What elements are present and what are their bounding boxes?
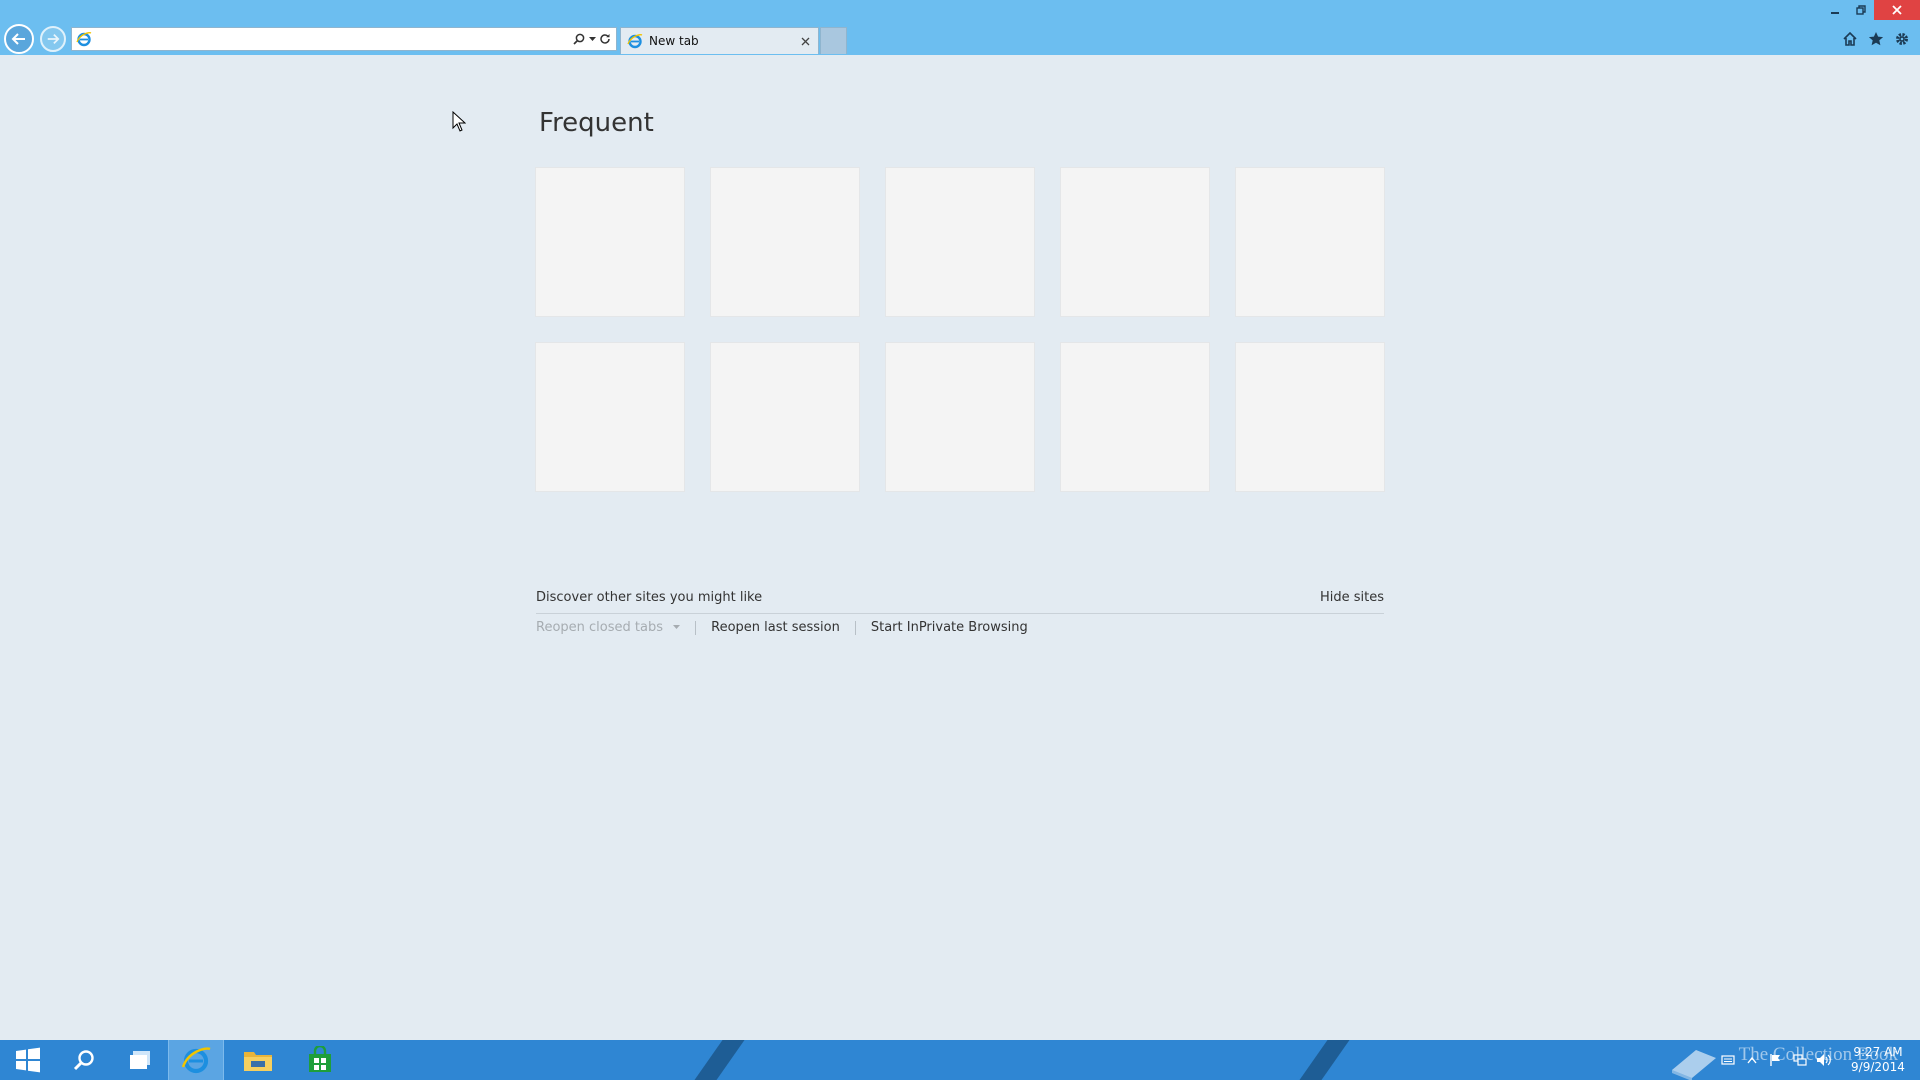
chevron-down-icon	[588, 36, 596, 41]
address-input[interactable]	[96, 29, 571, 49]
refresh-icon	[600, 34, 610, 44]
restore-icon	[1856, 5, 1866, 15]
close-tab-button[interactable]	[796, 32, 814, 50]
close-icon	[801, 37, 809, 45]
search-button[interactable]	[571, 29, 587, 49]
show-hidden-icons-button[interactable]	[1740, 1040, 1764, 1080]
browser-chrome: New tab	[0, 0, 1920, 55]
volume-button[interactable]	[1812, 1040, 1836, 1080]
frequent-site-tile[interactable]	[710, 167, 860, 317]
home-button[interactable]	[1840, 29, 1860, 49]
chevron-down-icon	[673, 625, 681, 629]
frequent-site-tile[interactable]	[535, 167, 685, 317]
reopen-closed-tabs-link[interactable]: Reopen closed tabs	[536, 620, 681, 635]
frequent-site-tile[interactable]	[1060, 167, 1210, 317]
taskbar-file-explorer[interactable]	[230, 1040, 286, 1080]
reopen-last-session-link[interactable]: Reopen last session	[711, 620, 840, 635]
speaker-icon	[1817, 1054, 1831, 1066]
forward-arrow-icon	[47, 34, 60, 44]
start-inprivate-link[interactable]: Start InPrivate Browsing	[871, 620, 1028, 635]
search-taskbar-button[interactable]	[56, 1040, 112, 1080]
store-icon	[309, 1046, 331, 1072]
frequent-site-tile[interactable]	[535, 342, 685, 492]
taskbar-clock[interactable]: 9:27 AM 9/9/2014	[1836, 1045, 1920, 1075]
action-center-button[interactable]	[1764, 1040, 1788, 1080]
minimize-icon	[1831, 12, 1839, 14]
taskbar: The Collection Book 9:27 AM 9/9/2014	[0, 1040, 1920, 1080]
close-window-button[interactable]	[1874, 0, 1920, 20]
tab-new-tab[interactable]: New tab	[620, 27, 819, 54]
frequent-heading: Frequent	[539, 108, 654, 138]
frequent-site-tile[interactable]	[885, 167, 1035, 317]
discover-sites-bar: Discover other sites you might like Hide…	[536, 590, 1384, 614]
clock-date: 9/9/2014	[1851, 1060, 1905, 1074]
taskbar-internet-explorer[interactable]	[168, 1040, 224, 1080]
folder-icon	[244, 1052, 272, 1071]
restore-button[interactable]	[1848, 0, 1874, 20]
favorites-button[interactable]	[1866, 29, 1886, 49]
ie-logo-icon	[181, 1047, 211, 1074]
star-icon	[1868, 32, 1884, 46]
forward-button[interactable]	[40, 26, 66, 52]
back-arrow-icon	[11, 33, 25, 45]
command-icons	[1840, 29, 1912, 49]
task-view-button[interactable]	[112, 1040, 168, 1080]
keyboard-tray-button[interactable]	[1716, 1040, 1740, 1080]
minimize-button[interactable]	[1822, 0, 1848, 20]
clock-time: 9:27 AM	[1853, 1045, 1903, 1059]
frequent-site-tile[interactable]	[1235, 342, 1385, 492]
link-separator	[695, 620, 697, 635]
new-tab-button[interactable]	[820, 27, 847, 54]
windows-logo-icon	[16, 1047, 40, 1073]
book-logo-icon	[1672, 1050, 1716, 1080]
discover-sites-text: Discover other sites you might like	[536, 590, 763, 605]
hide-sites-link[interactable]: Hide sites	[1320, 590, 1384, 605]
search-icon	[573, 33, 585, 45]
mouse-pointer-icon	[452, 111, 466, 132]
address-bar	[71, 27, 617, 51]
network-button[interactable]	[1788, 1040, 1812, 1080]
session-links: Reopen closed tabs Reopen last session S…	[536, 620, 1028, 635]
gear-icon	[1895, 32, 1909, 46]
reopen-closed-tabs-label: Reopen closed tabs	[536, 620, 663, 635]
window-controls	[1822, 0, 1920, 20]
system-tray: 9:27 AM 9/9/2014	[1716, 1040, 1920, 1080]
ie-logo-icon	[76, 32, 92, 47]
network-icon	[1793, 1054, 1807, 1066]
back-button[interactable]	[4, 24, 34, 54]
ie-logo-icon	[627, 34, 643, 49]
taskbar-stripe	[680, 1040, 752, 1080]
link-separator	[854, 620, 856, 635]
search-icon	[73, 1050, 94, 1071]
taskbar-stripe	[1285, 1040, 1357, 1080]
tools-button[interactable]	[1892, 29, 1912, 49]
chevron-up-icon	[1747, 1056, 1757, 1064]
refresh-button[interactable]	[597, 29, 613, 49]
frequent-site-tile[interactable]	[1235, 167, 1385, 317]
task-view-icon	[130, 1051, 150, 1069]
home-icon	[1843, 31, 1857, 46]
frequent-site-tile[interactable]	[885, 342, 1035, 492]
frequent-site-tile[interactable]	[1060, 342, 1210, 492]
address-dropdown-button[interactable]	[587, 29, 597, 49]
flag-icon	[1770, 1054, 1780, 1066]
taskbar-store[interactable]	[292, 1040, 348, 1080]
start-button[interactable]	[0, 1040, 56, 1080]
tab-title: New tab	[649, 34, 699, 48]
keyboard-icon	[1721, 1055, 1735, 1065]
frequent-site-tile[interactable]	[710, 342, 860, 492]
close-icon	[1892, 5, 1902, 15]
